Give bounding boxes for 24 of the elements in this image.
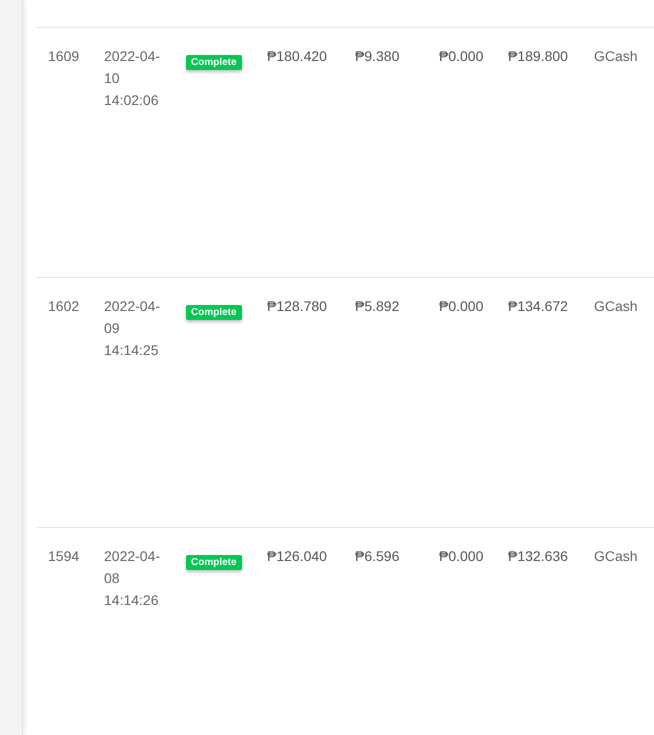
order-date: 2022-04-10 14:02:06 xyxy=(104,47,162,110)
fee-amount: ₱6.596 xyxy=(354,547,400,566)
status-badge: Complete xyxy=(186,305,242,320)
status-badge: Complete xyxy=(186,555,242,570)
subtotal-amount: ₱180.420 xyxy=(266,47,328,66)
discount-amount: ₱0.000 xyxy=(438,297,484,316)
fee-amount: ₱9.380 xyxy=(354,47,400,66)
order-id: 1594 xyxy=(47,547,80,566)
discount-amount: ₱0.000 xyxy=(438,547,484,566)
order-id: 1609 xyxy=(47,47,80,66)
payment-method: GCash xyxy=(593,547,639,566)
discount-amount: ₱0.000 xyxy=(438,47,484,66)
fee-amount: ₱5.892 xyxy=(354,297,400,316)
order-id: 1602 xyxy=(47,297,80,316)
payment-method: GCash xyxy=(593,47,639,66)
payment-method: GCash xyxy=(593,297,639,316)
total-amount: ₱134.672 xyxy=(507,297,569,316)
total-amount: ₱189.800 xyxy=(507,47,569,66)
status-badge: Complete xyxy=(186,55,242,70)
subtotal-amount: ₱126.040 xyxy=(266,547,328,566)
order-date: 2022-04-09 14:14:25 xyxy=(104,297,162,360)
order-date: 2022-04-08 14:14:26 xyxy=(104,547,162,610)
subtotal-amount: ₱128.780 xyxy=(266,297,328,316)
total-amount: ₱132.636 xyxy=(507,547,569,566)
